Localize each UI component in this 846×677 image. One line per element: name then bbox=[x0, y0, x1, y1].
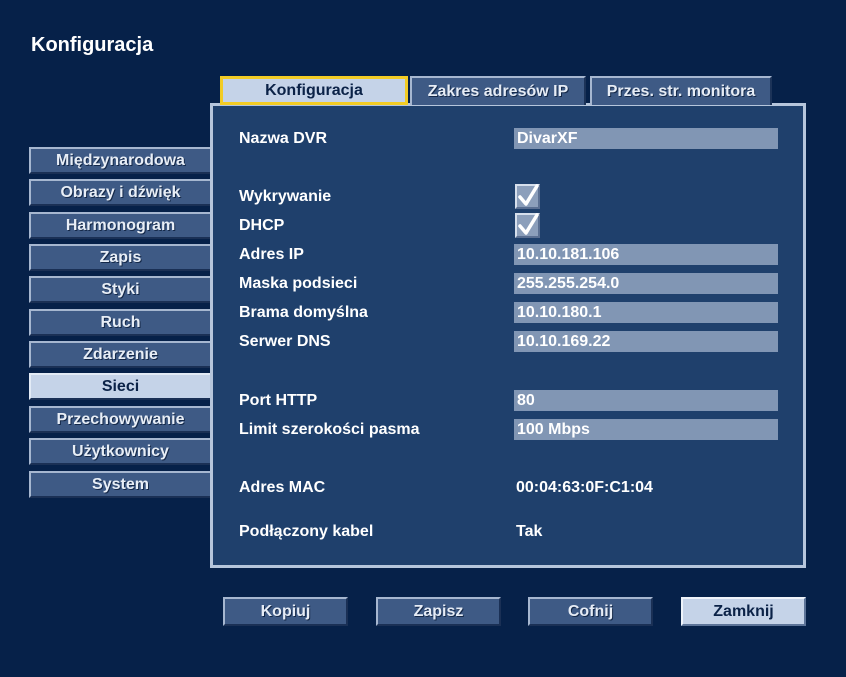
subnet-mask-field[interactable]: 255.255.254.0 bbox=[514, 273, 778, 294]
default-gateway-field[interactable]: 10.10.180.1 bbox=[514, 302, 778, 323]
sidebar-item-picture-audio[interactable]: Obrazy i dźwięk bbox=[29, 179, 210, 206]
http-port-label: Port HTTP bbox=[239, 392, 318, 409]
discovery-checkbox[interactable] bbox=[515, 184, 540, 209]
dvr-name-label: Nazwa DVR bbox=[239, 130, 328, 147]
page-title: Konfiguracja bbox=[31, 34, 154, 56]
save-button[interactable]: Zapisz bbox=[376, 597, 501, 626]
bandwidth-limit-label: Limit szerokości pasma bbox=[239, 421, 420, 438]
dvr-name-field[interactable]: DivarXF bbox=[514, 128, 778, 149]
dns-server-field[interactable]: 10.10.169.22 bbox=[514, 331, 778, 352]
dhcp-label: DHCP bbox=[239, 217, 285, 234]
checkmark-icon bbox=[518, 213, 539, 235]
tab-monitor-page[interactable]: Przes. str. monitora bbox=[590, 76, 772, 105]
cable-connected-value: Tak bbox=[516, 523, 543, 540]
undo-button[interactable]: Cofnij bbox=[528, 597, 653, 626]
ip-address-field[interactable]: 10.10.181.106 bbox=[514, 244, 778, 265]
bandwidth-limit-field[interactable]: 100 Mbps bbox=[514, 419, 778, 440]
cable-connected-label: Podłączony kabel bbox=[239, 523, 374, 540]
sidebar-item-storage[interactable]: Przechowywanie bbox=[29, 406, 210, 433]
mac-address-label: Adres MAC bbox=[239, 479, 326, 496]
tab-ip-range[interactable]: Zakres adresów IP bbox=[410, 76, 586, 105]
sidebar-item-schedule[interactable]: Harmonogram bbox=[29, 212, 210, 239]
sidebar-item-event[interactable]: Zdarzenie bbox=[29, 341, 210, 368]
sidebar-item-network[interactable]: Sieci bbox=[29, 373, 210, 400]
dns-server-label: Serwer DNS bbox=[239, 333, 331, 350]
sidebar-item-contacts[interactable]: Styki bbox=[29, 276, 210, 303]
sidebar-item-motion[interactable]: Ruch bbox=[29, 309, 210, 336]
checkmark-icon bbox=[518, 184, 539, 206]
http-port-field[interactable]: 80 bbox=[514, 390, 778, 411]
copy-button[interactable]: Kopiuj bbox=[223, 597, 348, 626]
subnet-mask-label: Maska podsieci bbox=[239, 275, 358, 292]
dhcp-checkbox[interactable] bbox=[515, 213, 540, 238]
discovery-label: Wykrywanie bbox=[239, 188, 332, 205]
default-gateway-label: Brama domyślna bbox=[239, 304, 368, 321]
sidebar-item-users[interactable]: Użytkownicy bbox=[29, 438, 210, 465]
sidebar-item-international[interactable]: Międzynarodowa bbox=[29, 147, 210, 174]
dvr-config-screen: Konfiguracja Konfiguracja Zakres adresów… bbox=[0, 0, 846, 677]
sidebar-item-system[interactable]: System bbox=[29, 471, 210, 498]
close-button[interactable]: Zamknij bbox=[681, 597, 806, 626]
tab-configuration[interactable]: Konfiguracja bbox=[220, 76, 408, 105]
sidebar-item-recording[interactable]: Zapis bbox=[29, 244, 210, 271]
mac-address-value: 00:04:63:0F:C1:04 bbox=[516, 479, 653, 496]
ip-address-label: Adres IP bbox=[239, 246, 304, 263]
